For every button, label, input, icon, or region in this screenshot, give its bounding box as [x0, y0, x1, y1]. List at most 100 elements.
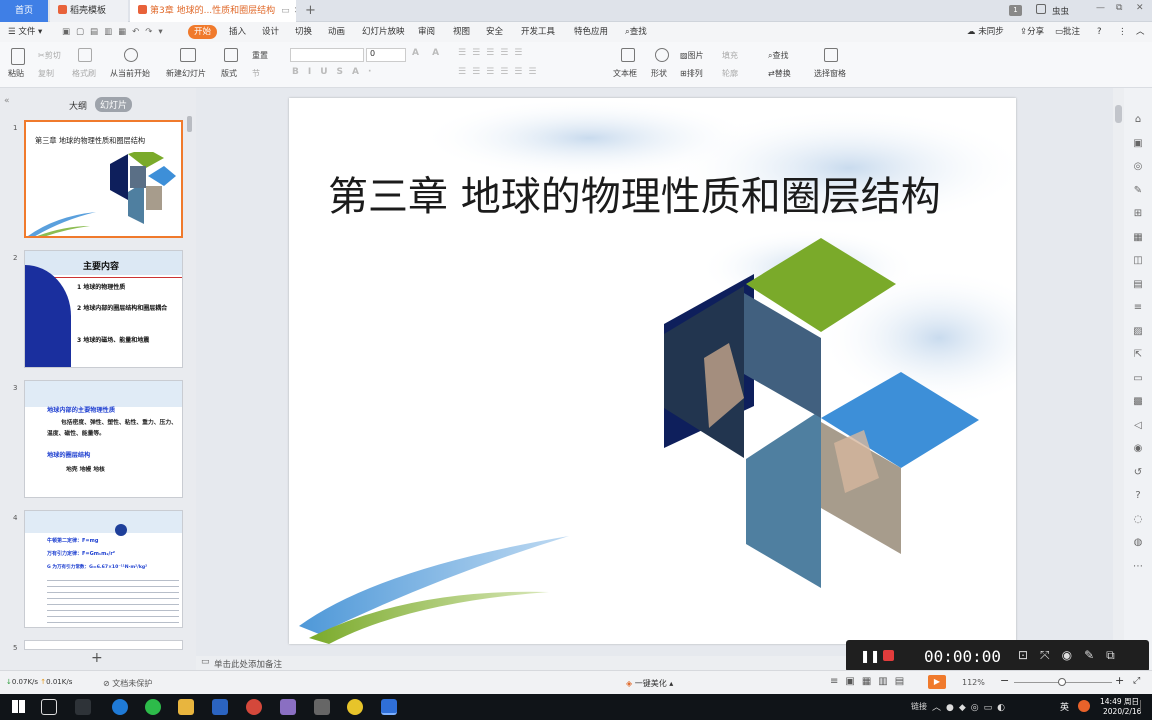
text-format-buttons[interactable]: BIUSA·	[292, 67, 380, 77]
new-tab-button[interactable]: +	[305, 3, 316, 18]
fit-window-button[interactable]: ⤢	[1133, 676, 1140, 686]
browser-icon[interactable]	[347, 699, 363, 715]
paste-button[interactable]: 粘贴	[8, 68, 24, 79]
reset-button[interactable]: 重置	[252, 50, 268, 61]
wps-icon[interactable]	[381, 699, 397, 715]
tray-icons[interactable]: ︿●◆◎▭◐	[932, 700, 1010, 713]
sync-status[interactable]: ☁ 未同步	[967, 22, 1004, 42]
font-name-select[interactable]	[290, 48, 364, 62]
menu-developer[interactable]: 开发工具	[521, 22, 555, 42]
thumb-slide-2[interactable]: 主要内容 1 地球的物理性质 2 地球内部的圈层结构和圈层耦合 3 地球的磁场、…	[24, 250, 183, 368]
picture-button[interactable]: ▨图片	[680, 50, 704, 61]
tab-document[interactable]: 第3章 地球的...性质和圈层结构 ▭ ✕	[130, 0, 296, 22]
fill-button[interactable]: 填充	[722, 50, 738, 61]
slides-tab[interactable]: 幻灯片	[95, 97, 133, 112]
calculator-icon[interactable]	[314, 699, 330, 715]
menu-review[interactable]: 审阅	[418, 22, 435, 42]
align-buttons[interactable]: ☰☰☰☰☰☰	[458, 67, 542, 77]
help-icon[interactable]: ?	[1097, 22, 1102, 42]
tab-template[interactable]: 稻壳模板	[50, 0, 128, 22]
notification-icon[interactable]	[1140, 700, 1148, 712]
canvas-scrollbar[interactable]	[1113, 88, 1124, 656]
thumb-scrollbar[interactable]	[187, 116, 192, 132]
pause-icon[interactable]: ❚❚	[860, 649, 880, 663]
task-view-icon[interactable]	[41, 699, 57, 715]
view-mode-buttons[interactable]: ≡▣▦▥▤	[830, 676, 911, 687]
minimize-button[interactable]: —	[1096, 3, 1105, 13]
iqiyi-icon[interactable]	[145, 699, 161, 715]
collapse-ribbon-icon[interactable]: ︿	[1136, 22, 1145, 42]
edge-icon[interactable]	[112, 699, 128, 715]
file-explorer-icon[interactable]	[178, 699, 194, 715]
word-icon[interactable]	[212, 699, 228, 715]
menu-slideshow[interactable]: 幻灯片放映	[362, 22, 405, 42]
collapse-panel-icon[interactable]: «	[4, 96, 10, 106]
textbox-button[interactable]: 文本框	[613, 68, 637, 79]
close-tab-icon[interactable]: ✕	[294, 6, 296, 16]
printer-icon[interactable]	[1036, 4, 1046, 14]
menu-design[interactable]: 设计	[262, 22, 279, 42]
scroll-thumb[interactable]	[1115, 105, 1122, 123]
thumb-slide-5[interactable]	[24, 640, 183, 650]
format-painter-button[interactable]: 格式刷	[72, 68, 96, 79]
arrange-button[interactable]: ⊞排列	[680, 68, 703, 79]
layout-button[interactable]: 版式	[221, 68, 237, 79]
thumb-slide-1[interactable]: 第三章 地球的物理性质和圈层结构	[24, 120, 183, 238]
outline-button[interactable]: 轮廓	[722, 68, 738, 79]
menu-transition[interactable]: 切换	[295, 22, 312, 42]
comment-button[interactable]: ▭批注	[1055, 22, 1080, 42]
user-name[interactable]: 虫虫	[1052, 5, 1069, 17]
add-slide-button[interactable]: +	[91, 650, 103, 666]
toolbar-icons[interactable]: ⌂ ▣ ◎ ✎ ⊞ ▦ ◫ ▤ ≡ ▨ ⇱ ▭ ▩ ◁ ◉ ↺? ◌ ◍ ⋯	[1131, 108, 1145, 578]
search-menu[interactable]: ⌕查找	[625, 22, 647, 42]
outline-tab[interactable]: 大纲	[69, 99, 87, 112]
section-button[interactable]: 节	[252, 68, 260, 79]
select-pane-button[interactable]: 选择窗格	[814, 68, 846, 79]
zoom-slider-handle[interactable]	[1058, 678, 1066, 686]
zoom-in-button[interactable]: +	[1115, 674, 1124, 687]
shape-button[interactable]: 形状	[651, 68, 667, 79]
menu-security[interactable]: 安全	[486, 22, 503, 42]
sogou-icon[interactable]	[1078, 700, 1090, 712]
cut-button[interactable]: ✂剪切	[38, 50, 61, 61]
menu-animation[interactable]: 动画	[328, 22, 345, 42]
current-slide[interactable]: 第三章 地球的物理性质和圈层结构	[289, 98, 1016, 644]
stop-icon[interactable]	[883, 650, 894, 661]
font-size-buttons[interactable]: A A	[412, 48, 444, 58]
windows-start-icon[interactable]	[12, 700, 25, 713]
slide-title[interactable]: 第三章 地球的物理性质和圈层结构	[328, 164, 941, 222]
close-window-button[interactable]: ✕	[1136, 3, 1144, 13]
font-size-select[interactable]: 0	[366, 48, 406, 62]
paint-icon[interactable]	[280, 699, 296, 715]
more-icon[interactable]: ⋮	[1118, 22, 1127, 42]
restore-button[interactable]: ⧉	[1116, 3, 1122, 13]
zoom-out-button[interactable]: −	[1000, 674, 1009, 687]
find-button[interactable]: ⌕查找	[768, 50, 788, 61]
paragraph-buttons[interactable]: ☰☰☰☰☰	[458, 48, 528, 58]
tab-home[interactable]: 首页	[0, 0, 48, 22]
beautify-button[interactable]: ◈ 一键美化 ▴	[626, 678, 673, 689]
pin-icon[interactable]: ▭	[281, 6, 290, 16]
file-menu[interactable]: ☰ 文件 ▾	[8, 22, 42, 42]
app-icon[interactable]	[75, 699, 91, 715]
clock-date[interactable]: 2020/2/16	[1103, 707, 1141, 716]
menu-insert[interactable]: 插入	[229, 22, 246, 42]
thumb-slide-3[interactable]: 地球内部的主要物理性质 包括密度、弹性、塑性、粘性、重力、压力、温度、磁性、能量…	[24, 380, 183, 498]
copy-button[interactable]: 复制	[38, 68, 54, 79]
document-protection[interactable]: ⊘ 文档未保护	[103, 678, 152, 689]
play-from-current-button[interactable]: 从当前开始	[110, 68, 150, 79]
link-label[interactable]: 链接	[911, 701, 927, 712]
clock-time[interactable]: 14:49 周日	[1100, 696, 1139, 707]
replace-button[interactable]: ⇄替换	[768, 68, 791, 79]
menu-view[interactable]: 视图	[453, 22, 470, 42]
recorder-tool-icons[interactable]: ⊡⤧◉✎⧉	[1018, 648, 1127, 663]
thumb-slide-4[interactable]: 牛顿第二定律：F=mg 万有引力定律：F=Gm₁m₂/r² G 为万有引力常数：…	[24, 510, 183, 628]
play-slideshow-button[interactable]: ▶	[928, 675, 946, 689]
zoom-level[interactable]: 112%	[962, 678, 985, 687]
new-slide-button[interactable]: 新建幻灯片	[166, 68, 206, 79]
ime-indicator[interactable]: 英	[1060, 700, 1069, 713]
menu-features[interactable]: 特色应用	[574, 22, 608, 42]
chrome-icon[interactable]	[246, 699, 262, 715]
share-button[interactable]: ⇪分享	[1020, 22, 1044, 42]
menu-start[interactable]: 开始	[188, 25, 218, 39]
